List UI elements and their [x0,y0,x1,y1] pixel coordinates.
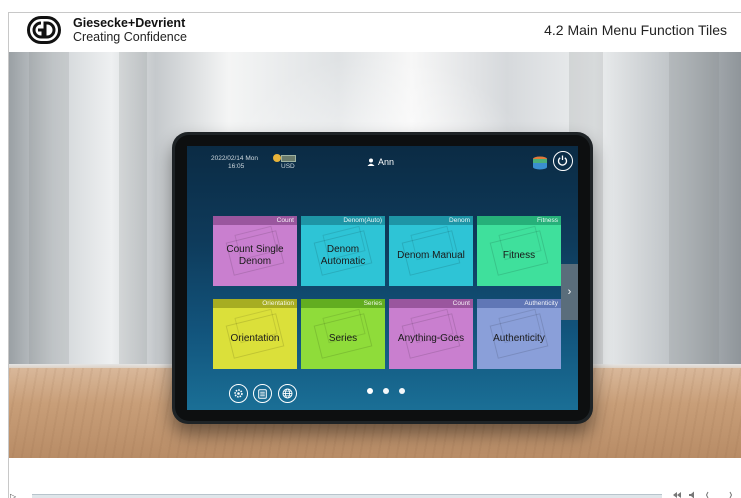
volume-icon[interactable] [688,491,698,498]
gd-logo-icon [27,16,61,44]
progress-bar[interactable] [32,494,662,498]
function-tile[interactable]: Denom Denom Manual [389,216,473,286]
slide-image: 2022/02/14 Mon 16:05 USD Ann Count Count… [9,52,741,458]
brand-name: Giesecke+Devrient [73,16,186,30]
tile-label: Denom Automatic [320,243,366,267]
tile-label: Fitness [502,249,536,261]
background-column [119,52,147,372]
power-icon [557,155,568,166]
settings-button[interactable] [229,384,248,403]
globe-icon [282,388,293,399]
power-button[interactable] [553,151,573,171]
tile-category-tag: Fitness [477,216,561,225]
background-column [669,52,719,372]
coin-icon [273,154,281,162]
banknote-icon [281,155,296,162]
fullscreen-icon[interactable] [706,491,732,498]
tile-label: Authenticity [493,332,545,344]
rewind-icon[interactable] [672,491,682,498]
next-page-arrow[interactable]: › [561,264,578,320]
tablet-device: 2022/02/14 Mon 16:05 USD Ann Count Count… [172,132,593,424]
tile-category-tag: Count [213,216,297,225]
tile-category-tag: Orientation [213,299,297,308]
function-tile[interactable]: Fitness Fitness [477,216,561,286]
status-time: 16:05 [228,163,245,170]
tile-label: Series [328,332,358,344]
tile-category-tag: Denom [389,216,473,225]
tile-category-tag: Series [301,299,385,308]
brand: Giesecke+Devrient Creating Confidence [73,16,187,44]
tile-label: Anything-Goes [397,332,465,344]
status-date: 2022/02/14 Mon [211,155,258,162]
device-screen: 2022/02/14 Mon 16:05 USD Ann Count Count… [187,146,578,410]
user-name: Ann [378,157,395,167]
tile-category-tag: Count [389,299,473,308]
slide-title: 4.2 Main Menu Function Tiles [544,22,727,38]
tile-label: Count Single Denom [226,243,284,267]
gear-icon [234,389,243,398]
function-tile[interactable]: Count Anything-Goes [389,299,473,369]
page-dot-3[interactable] [399,388,405,394]
tile-category-tag: Authenticity [477,299,561,308]
database-icon [533,156,547,170]
function-tile[interactable]: Count Count Single Denom [213,216,297,286]
language-button[interactable] [278,384,297,403]
brand-tagline: Creating Confidence [73,30,187,44]
play-icon[interactable]: ▷ [10,492,16,498]
document-icon [258,388,267,399]
function-tile[interactable]: Authenticity Authenticity [477,299,561,369]
background-column [29,52,69,372]
function-tile[interactable]: Denom(Auto) Denom Automatic [301,216,385,286]
currency-label: USD [281,163,295,170]
function-tile[interactable]: Series Series [301,299,385,369]
page-dot-2[interactable] [383,388,389,394]
tile-category-tag: Denom(Auto) [301,216,385,225]
user-icon [367,158,375,166]
tile-label: Orientation [230,332,280,344]
report-button[interactable] [253,384,272,403]
function-tile[interactable]: Orientation Orientation [213,299,297,369]
page-dot-1[interactable] [367,388,373,394]
tile-label: Denom Manual [397,249,465,261]
